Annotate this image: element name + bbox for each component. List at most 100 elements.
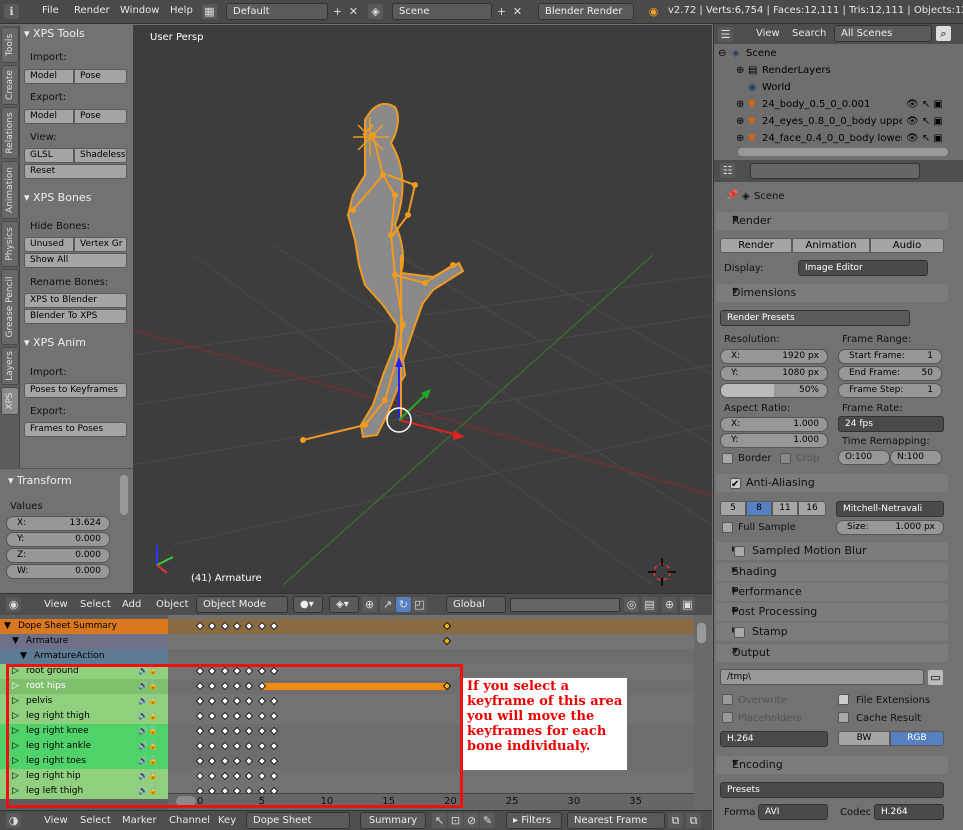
expand-icon[interactable]: ▷ bbox=[12, 786, 19, 796]
menu-help[interactable]: Help bbox=[170, 5, 193, 16]
menu-file[interactable]: File bbox=[42, 5, 59, 16]
keyframe-marker[interactable] bbox=[269, 726, 279, 736]
menu-object[interactable]: Object bbox=[156, 599, 189, 610]
layer-buttons[interactable] bbox=[510, 598, 620, 612]
vertical-scrollbar[interactable] bbox=[697, 623, 706, 643]
keyframe-marker[interactable] bbox=[232, 771, 242, 781]
unused-button[interactable]: Unused bbox=[24, 237, 74, 252]
stamp-section-header[interactable]: ▶Stamp bbox=[716, 623, 948, 641]
menu-select[interactable]: Select bbox=[80, 599, 111, 610]
outliner-search-icon[interactable]: ⌕ bbox=[936, 26, 951, 41]
reset-button[interactable]: Reset bbox=[24, 164, 127, 179]
keyframe-marker[interactable] bbox=[245, 741, 254, 751]
summary-toggle[interactable]: Summary bbox=[360, 812, 426, 829]
start-frame-field[interactable]: Start Frame: 1 bbox=[838, 349, 942, 364]
codec-dropdown[interactable]: H.264 bbox=[874, 804, 944, 820]
keyframe-marker[interactable] bbox=[245, 771, 254, 781]
xps-anim-header[interactable]: ▾ XPS Anim bbox=[24, 336, 86, 349]
manipulator-icon[interactable]: ⊕ bbox=[362, 597, 377, 612]
keyframe-marker[interactable] bbox=[208, 771, 217, 781]
menu-add[interactable]: Add bbox=[122, 599, 141, 610]
keyframe-marker[interactable] bbox=[195, 771, 205, 781]
expand-icon[interactable]: ▷ bbox=[12, 666, 19, 676]
keyframe-marker[interactable] bbox=[442, 621, 452, 631]
outliner-menu-search[interactable]: Search bbox=[792, 28, 826, 39]
properties-editor-icon[interactable]: ☷ bbox=[720, 163, 735, 178]
keyframe-marker[interactable] bbox=[195, 696, 205, 706]
encoding-section-header[interactable]: ▼ Encoding bbox=[716, 756, 948, 774]
key-hold-bar[interactable] bbox=[261, 683, 447, 690]
menu-render[interactable]: Render bbox=[74, 5, 110, 16]
3d-viewport[interactable]: User Persp (41) Armature bbox=[133, 25, 712, 593]
only-selected-icon[interactable]: ↖ bbox=[432, 813, 447, 828]
dimensions-section-header[interactable]: ▼ Dimensions bbox=[716, 284, 948, 302]
keyframe-row[interactable] bbox=[168, 664, 694, 679]
motion-blur-checkbox[interactable] bbox=[734, 546, 745, 557]
keyframe-marker[interactable] bbox=[269, 711, 279, 721]
frame-ruler[interactable]: 0 5 10 15 20 25 30 35 bbox=[168, 793, 694, 810]
remap-new-field[interactable]: N:100 bbox=[890, 450, 942, 465]
keyframe-marker[interactable] bbox=[257, 756, 266, 766]
performance-section-header[interactable]: ▶ Performance bbox=[716, 583, 948, 601]
expand-icon[interactable]: ▷ bbox=[12, 756, 19, 766]
rgb-button[interactable]: RGB bbox=[890, 731, 944, 746]
menu-window[interactable]: Window bbox=[120, 5, 159, 16]
3d-editor-type-icon[interactable]: ◉ bbox=[6, 597, 21, 612]
outliner-row-scene[interactable]: ⊖ ◈ Scene bbox=[714, 46, 963, 62]
crop-checkbox[interactable] bbox=[780, 453, 791, 464]
keyframe-marker[interactable] bbox=[269, 621, 279, 631]
mute-lock-icon[interactable]: 🔊🔒 bbox=[138, 681, 158, 690]
shadeless-button[interactable]: Shadeless bbox=[74, 148, 127, 163]
lock-layers-icon[interactable]: ◎ bbox=[624, 597, 639, 612]
tab-relations[interactable]: Relations bbox=[1, 107, 19, 159]
end-frame-field[interactable]: End Frame: 50 bbox=[838, 366, 942, 381]
dope-menu-view[interactable]: View bbox=[44, 815, 68, 826]
export-model-button[interactable]: Model bbox=[24, 109, 74, 124]
dope-menu-marker[interactable]: Marker bbox=[122, 815, 157, 826]
keyframe-marker[interactable] bbox=[220, 621, 229, 631]
resolution-y-field[interactable]: Y: 1080 px bbox=[720, 366, 828, 381]
outliner-row-eyes[interactable]: ⊕▼24_eyes_0.8_0_0_body upper_br👁 ↖ ▣ bbox=[714, 114, 963, 130]
full-sample-checkbox[interactable] bbox=[722, 522, 733, 533]
show-all-button[interactable]: Show All bbox=[24, 253, 127, 268]
tab-animation[interactable]: Animation bbox=[1, 161, 19, 219]
outliner-row-world[interactable]: ◉ World bbox=[714, 80, 963, 96]
horizontal-scrollbar[interactable] bbox=[176, 796, 196, 806]
aa-samples-5[interactable]: 5 bbox=[720, 501, 746, 516]
keyframe-marker[interactable] bbox=[245, 696, 254, 706]
add-scene-icon[interactable]: + bbox=[494, 4, 509, 19]
file-format-dropdown[interactable]: H.264 bbox=[720, 731, 828, 747]
output-path-field[interactable]: /tmp\ bbox=[720, 669, 924, 685]
rotate-icon[interactable]: ↻ bbox=[396, 597, 411, 612]
import-model-button[interactable]: Model bbox=[24, 69, 74, 84]
tab-physics[interactable]: Physics bbox=[1, 221, 19, 267]
aa-samples-11[interactable]: 11 bbox=[772, 501, 798, 516]
keyframe-marker[interactable] bbox=[269, 771, 279, 781]
scene-field[interactable]: Scene bbox=[392, 3, 492, 20]
opengl-render-icon[interactable]: ▤ bbox=[642, 597, 657, 612]
mute-lock-icon[interactable]: 🔊🔒 bbox=[138, 756, 158, 765]
snap-icon[interactable]: ⊕ bbox=[662, 597, 677, 612]
keyframe-marker[interactable] bbox=[442, 636, 452, 646]
keyframe-marker[interactable] bbox=[195, 711, 205, 721]
export-pose-button[interactable]: Pose bbox=[74, 109, 127, 124]
animation-button[interactable]: Animation bbox=[792, 238, 870, 253]
keyframe-marker[interactable] bbox=[245, 711, 254, 721]
keyframe-marker[interactable] bbox=[232, 681, 242, 691]
render-button[interactable]: Render bbox=[720, 238, 792, 253]
keyframe-marker[interactable] bbox=[220, 681, 229, 691]
keyframe-marker[interactable] bbox=[269, 696, 279, 706]
keyframe-marker[interactable] bbox=[232, 666, 242, 676]
tab-tools[interactable]: Tools bbox=[1, 27, 19, 63]
screen-layout-field[interactable]: Default bbox=[226, 3, 328, 20]
dope-editor-type-icon[interactable]: ◑ bbox=[6, 813, 21, 828]
keyframe-marker[interactable] bbox=[232, 726, 242, 736]
frames-to-poses-button[interactable]: Frames to Poses bbox=[24, 422, 127, 437]
outliner-filter-dropdown[interactable]: All Scenes bbox=[834, 25, 932, 42]
pin-icon[interactable]: 📌 bbox=[726, 190, 738, 201]
outliner-row-renderlayers[interactable]: ⊕ ▤ RenderLayers bbox=[714, 63, 963, 79]
channel-row[interactable]: ▷ leg right ankle 🔊🔒 bbox=[0, 739, 168, 754]
keyframe-marker[interactable] bbox=[195, 681, 205, 691]
keyframe-marker[interactable] bbox=[195, 666, 205, 676]
transform-header[interactable]: ▾ Transform bbox=[8, 474, 72, 487]
